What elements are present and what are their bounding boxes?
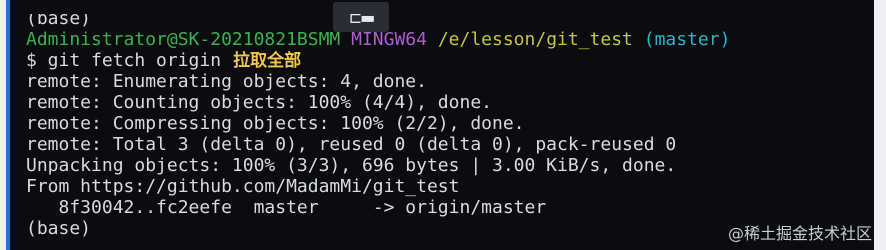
output-line: remote: Counting objects: 100% (4/4), do…: [26, 92, 492, 113]
command-text: $ git fetch origin: [26, 50, 222, 71]
prompt-branch: (master): [643, 29, 731, 50]
output-line: 8f30042..fc2eefe master -> origin/master: [26, 197, 547, 218]
prompt-path: /e/lesson/git_test: [437, 29, 633, 50]
prompt-line: Administrator@SK-20210821BSMM MINGW64 /e…: [26, 29, 874, 50]
watermark-text: @稀土掘金技术社区: [727, 224, 872, 243]
output-line: remote: Total 3 (delta 0), reused 0 (del…: [26, 134, 677, 155]
terminal-window[interactable]: (base) Administrator@SK-20210821BSMM MIN…: [6, 14, 874, 250]
previous-prompt-line: (base): [26, 14, 92, 29]
output-line: Unpacking objects: 100% (3/3), 696 bytes…: [26, 155, 677, 176]
prompt-system: MINGW64: [351, 29, 427, 50]
output-line: From https://github.com/MadamMi/git_test: [26, 176, 460, 197]
command-annotation: 拉取全部: [233, 51, 302, 71]
prompt-user-host: Administrator@SK-20210821BSMM: [26, 29, 341, 50]
output-line: remote: Enumerating objects: 4, done.: [26, 71, 427, 92]
command-line: $ git fetch origin 拉取全部: [26, 50, 874, 71]
terminal-top-strip: [6, 0, 874, 14]
terminal-output: (base) Administrator@SK-20210821BSMM MIN…: [26, 14, 874, 239]
toggle-icon: ⊏▬: [348, 7, 375, 27]
overlay-toggle-button[interactable]: ⊏▬: [333, 2, 389, 32]
screenshot-frame: (base) Administrator@SK-20210821BSMM MIN…: [0, 0, 886, 250]
output-line: remote: Compressing objects: 100% (2/2),…: [26, 113, 525, 134]
